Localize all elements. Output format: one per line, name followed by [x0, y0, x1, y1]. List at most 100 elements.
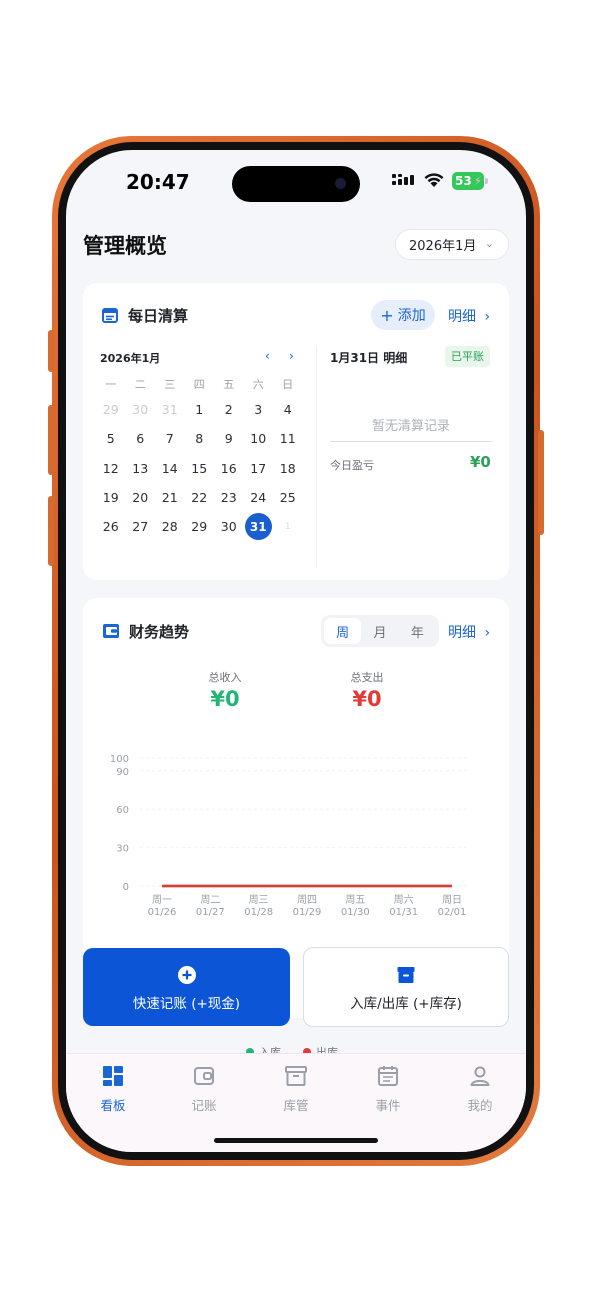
calendar-day[interactable]: 28: [155, 512, 185, 541]
tab-events[interactable]: 事件: [358, 1064, 418, 1114]
trend-chart: 100 90 60 30 0 周一01/26 周二01/27 周三01/28 周四01/29 周五…: [110, 754, 470, 918]
total-income-value: ¥0: [210, 687, 240, 711]
app-screen: 20:47 53 ⚡ 管理概览 2026年1月 ⌄ 每日清算 + 添加 明细 ›…: [66, 150, 526, 1152]
add-settlement-button[interactable]: + 添加: [371, 300, 435, 330]
calendar-day[interactable]: 30: [126, 395, 156, 424]
calendar-day[interactable]: 3: [244, 395, 274, 424]
calendar-day[interactable]: 10: [244, 424, 274, 453]
x-tick-date: 01/31: [389, 907, 418, 918]
settlement-detail-link[interactable]: 明细 ›: [448, 306, 490, 326]
wallet-card-icon: [103, 624, 119, 638]
weekday-label: 五: [223, 378, 235, 391]
detail-date-title: 1月31日 明细: [330, 351, 408, 365]
calendar-day[interactable]: 23: [214, 483, 244, 512]
calendar-day[interactable]: 20: [126, 483, 156, 512]
x-tick-date: 01/30: [341, 907, 370, 918]
calendar-day[interactable]: 29: [96, 395, 126, 424]
dashboard-icon: [103, 1066, 123, 1086]
y-tick-label: 100: [110, 754, 129, 765]
tab-inventory[interactable]: 库管: [266, 1064, 326, 1114]
calendar-day[interactable]: 26: [96, 512, 126, 541]
volume-up-button: [48, 405, 54, 475]
y-tick-label: 30: [116, 844, 129, 855]
x-tick-label: 周二: [200, 894, 220, 906]
calendar-day[interactable]: 13: [126, 454, 156, 483]
calendar-day[interactable]: 24: [244, 483, 274, 512]
calendar-day[interactable]: 5: [96, 424, 126, 453]
calendar-day[interactable]: 6: [126, 424, 156, 453]
chevron-right-icon: ›: [484, 309, 491, 325]
total-expense-label: 总支出: [350, 671, 384, 684]
weekday-label: 六: [252, 378, 264, 391]
quick-entry-button[interactable]: 快速记账 (+现金): [83, 948, 290, 1026]
calendar-day[interactable]: 27: [126, 512, 156, 541]
settlement-detail-label: 明细: [448, 309, 476, 325]
tab-label: 事件: [375, 1098, 401, 1113]
y-tick-label: 90: [116, 767, 129, 778]
y-tick-label: 0: [123, 882, 129, 893]
calendar-day[interactable]: 12: [96, 454, 126, 483]
calendar-day[interactable]: 30: [214, 512, 244, 541]
mute-switch: [48, 330, 54, 372]
x-tick-date: 01/26: [148, 907, 177, 918]
tab-bookkeeping[interactable]: 记账: [174, 1064, 234, 1114]
tab-label: 看板: [100, 1098, 126, 1113]
page-title: 管理概览: [83, 234, 167, 258]
calendar-day[interactable]: 22: [185, 483, 215, 512]
stock-entry-button[interactable]: 入库/出库 (+库存): [303, 947, 509, 1027]
trend-detail-link[interactable]: 明细 ›: [448, 622, 490, 642]
plus-circle-icon: [177, 966, 196, 984]
calendar-day[interactable]: 21: [155, 483, 185, 512]
x-tick-label: 周一: [152, 894, 172, 906]
next-month-button[interactable]: ›: [289, 349, 294, 363]
status-badge: 已平账: [445, 346, 490, 367]
person-icon: [470, 1066, 490, 1086]
month-selector-label: 2026年1月: [409, 239, 477, 254]
calendar-day-selected[interactable]: 31: [244, 512, 274, 541]
calendar-day[interactable]: 7: [155, 424, 185, 453]
calendar-day[interactable]: 29: [185, 512, 215, 541]
calendar-day[interactable]: 11: [273, 424, 303, 453]
weekday-label: 四: [193, 378, 205, 391]
x-tick-label: 周六: [394, 894, 414, 906]
battery-icon: 53 ⚡: [452, 172, 488, 190]
x-tick-date: 01/29: [293, 907, 322, 918]
calendar-day[interactable]: 2: [214, 395, 244, 424]
weekday-label: 一: [105, 378, 117, 391]
calendar-day[interactable]: 25: [273, 483, 303, 512]
tab-profile[interactable]: 我的: [450, 1064, 510, 1114]
empty-records-text: 暂无清算记录: [371, 419, 450, 434]
tab-dashboard[interactable]: 看板: [83, 1064, 143, 1114]
trend-detail-label: 明细: [448, 625, 476, 641]
x-tick-label: 周五: [345, 894, 365, 906]
calendar-day[interactable]: 18: [273, 454, 303, 483]
period-month-tab[interactable]: 月: [361, 618, 398, 644]
x-tick-date: 01/27: [196, 907, 225, 918]
profit-label: 今日盈亏: [330, 459, 374, 472]
x-tick-label: 周日: [442, 894, 462, 906]
calendar-day[interactable]: 19: [96, 483, 126, 512]
calendar-day[interactable]: 16: [214, 454, 244, 483]
calendar-day[interactable]: 4: [273, 395, 303, 424]
daily-settlement-title: 每日清算: [128, 307, 189, 325]
calendar-day[interactable]: 1: [273, 512, 303, 541]
calendar-day[interactable]: 1: [185, 395, 215, 424]
profit-value: ¥0: [470, 453, 491, 471]
calendar-day[interactable]: 31: [155, 395, 185, 424]
calendar-day[interactable]: 14: [155, 454, 185, 483]
finance-trend-title: 财务趋势: [129, 623, 190, 641]
quick-entry-label: 快速记账 (+现金): [132, 996, 241, 1012]
period-week-tab[interactable]: 周: [324, 618, 362, 644]
calendar-day[interactable]: 17: [244, 454, 274, 483]
calendar-day[interactable]: 15: [185, 454, 215, 483]
calendar-day[interactable]: 8: [185, 424, 215, 453]
calendar-day[interactable]: 9: [214, 424, 244, 453]
prev-month-button[interactable]: ‹: [265, 349, 270, 363]
weekday-label: 三: [164, 378, 176, 391]
month-selector[interactable]: 2026年1月 ⌄: [395, 229, 509, 260]
period-year-tab[interactable]: 年: [399, 618, 436, 644]
battery-level: 53: [455, 174, 472, 188]
weekday-label: 二: [134, 378, 146, 391]
dynamic-island: [232, 166, 360, 202]
tab-label: 记账: [191, 1098, 217, 1113]
